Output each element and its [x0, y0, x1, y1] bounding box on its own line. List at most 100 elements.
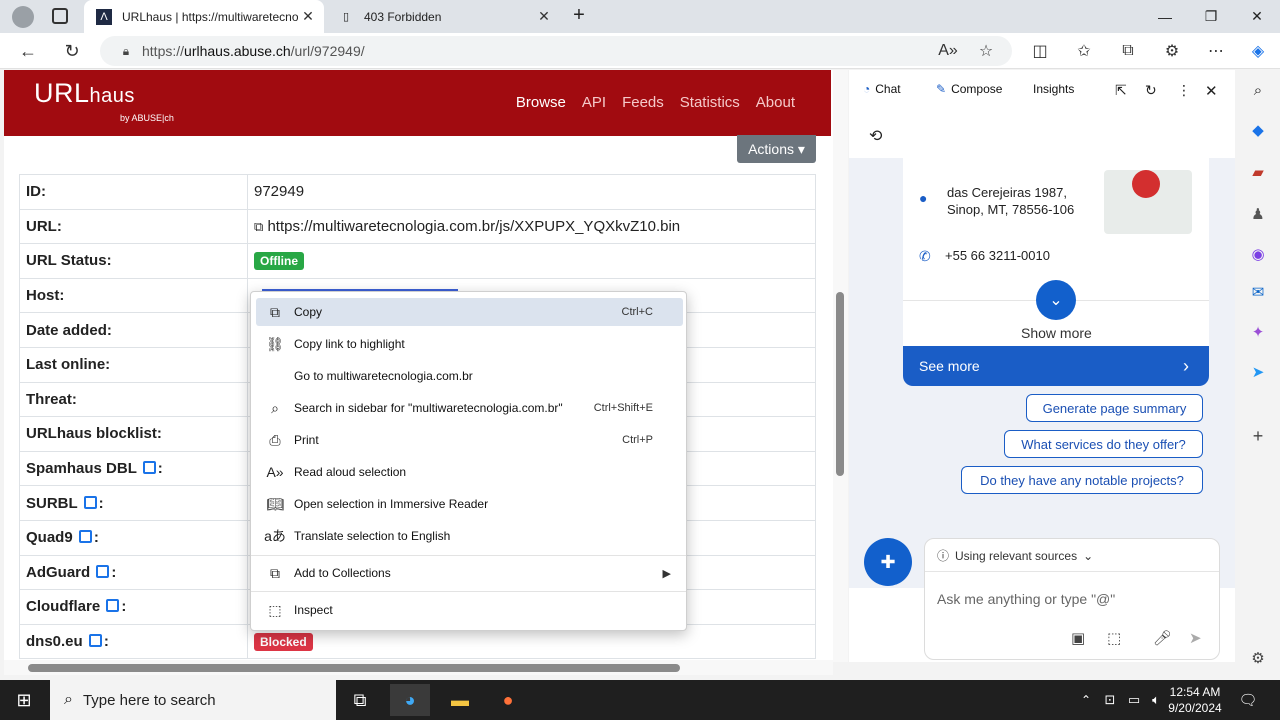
- menu-item-immersive-reader[interactable]: 📖︎ Open selection in Immersive Reader: [256, 490, 683, 518]
- new-tab-icon[interactable]: +: [566, 4, 592, 30]
- scrollbar-thumb[interactable]: [836, 292, 844, 476]
- close-tab-icon[interactable]: ✕: [298, 8, 318, 25]
- file-explorer-icon[interactable]: ▬: [440, 684, 480, 716]
- new-chat-button[interactable]: ✚: [864, 538, 912, 586]
- collections-icon[interactable]: ⧉: [1110, 33, 1146, 69]
- suggestion-summary[interactable]: Generate page summary: [1026, 394, 1203, 422]
- favorites-icon[interactable]: ✩: [1066, 33, 1102, 69]
- menu-item-add-collections[interactable]: ⧉ Add to Collections ▶: [256, 559, 683, 587]
- external-link-icon[interactable]: [83, 495, 97, 509]
- suggestion-projects[interactable]: Do they have any notable projects?: [961, 466, 1203, 494]
- windows-start-icon[interactable]: ⊞: [4, 684, 44, 716]
- tab-forbidden[interactable]: ▯ 403 Forbidden ✕: [326, 0, 560, 33]
- chat-icon: ◔: [863, 82, 871, 96]
- menu-item-copy-link[interactable]: ⛓ Copy link to highlight: [256, 330, 683, 358]
- page-vertical-scrollbar[interactable]: [833, 70, 848, 662]
- business-phone[interactable]: +55 66 3211-0010: [945, 248, 1050, 263]
- search-icon[interactable]: ⌕: [1246, 78, 1270, 102]
- tab-chat[interactable]: ◔ Chat: [863, 82, 901, 96]
- page-horizontal-scrollbar[interactable]: [4, 660, 833, 675]
- notifications-icon[interactable]: 🗨︎: [1228, 684, 1268, 716]
- nav-about[interactable]: About: [756, 94, 795, 111]
- map-thumbnail[interactable]: [1104, 170, 1192, 234]
- menu-item-translate[interactable]: aあ Translate selection to English: [256, 522, 683, 550]
- copy-url-icon[interactable]: ⧉: [254, 219, 263, 234]
- extensions-icon[interactable]: ⚙: [1154, 33, 1190, 69]
- chat-input-placeholder[interactable]: Ask me anything or type "@": [937, 591, 1115, 607]
- back-icon[interactable]: ←: [10, 33, 46, 69]
- external-link-icon[interactable]: [96, 564, 110, 578]
- close-sidebar-icon[interactable]: ✕: [1205, 82, 1218, 100]
- menu-item-print[interactable]: ⎙ Print Ctrl+P: [256, 426, 683, 454]
- settings-gear-icon[interactable]: ⚙: [1246, 646, 1270, 670]
- url-field[interactable]: 🔒︎ https://urlhaus.abuse.ch/url/972949/: [100, 36, 1012, 66]
- split-screen-icon[interactable]: ◫: [1022, 33, 1058, 69]
- menu-item-inspect[interactable]: ⬚ Inspect: [256, 596, 683, 624]
- see-more-button[interactable]: See more ›: [903, 346, 1209, 386]
- edge-app-icon[interactable]: ◕: [390, 684, 430, 716]
- nav-statistics[interactable]: Statistics: [680, 94, 740, 111]
- read-aloud-icon[interactable]: A»: [930, 33, 966, 69]
- chat-input-box[interactable]: ⓘ Using relevant sources ⌄ Ask me anything…: [924, 538, 1220, 660]
- system-clock[interactable]: 12:54 AM 9/20/2024: [1164, 684, 1226, 716]
- task-view-icon[interactable]: ⧉: [340, 684, 380, 716]
- tab-compose[interactable]: ✎ Compose: [936, 82, 1002, 96]
- games-icon[interactable]: ♟: [1246, 202, 1270, 226]
- screenshot-icon[interactable]: ⬚: [1107, 629, 1121, 647]
- external-link-icon[interactable]: [78, 530, 92, 544]
- phone-icon: ✆: [919, 248, 931, 264]
- logo-by: by ABUSE|ch: [120, 113, 174, 123]
- profile-avatar[interactable]: [12, 6, 34, 28]
- external-link-icon[interactable]: [88, 634, 102, 648]
- suggestion-services[interactable]: What services do they offer?: [1004, 430, 1203, 458]
- menu-item-search-sidebar[interactable]: ⌕ Search in sidebar for "multiwaretecnolo…: [256, 394, 683, 422]
- compose-icon: ✎: [936, 82, 947, 96]
- copilot-icon[interactable]: ◈: [1240, 33, 1276, 69]
- send-icon[interactable]: ➤: [1189, 629, 1202, 647]
- history-icon[interactable]: ⟲: [869, 126, 882, 146]
- row-value: 972949: [247, 174, 816, 210]
- favorite-star-icon[interactable]: ☆: [968, 33, 1004, 69]
- refresh-icon[interactable]: ↻: [54, 33, 90, 69]
- external-link-icon[interactable]: [106, 599, 120, 613]
- more-menu-icon[interactable]: ⋯: [1198, 33, 1234, 69]
- minimize-icon[interactable]: —: [1142, 0, 1188, 33]
- menu-item-read-aloud[interactable]: A» Read aloud selection: [256, 458, 683, 486]
- tab-actions-icon[interactable]: [52, 8, 68, 24]
- menu-item-goto[interactable]: Go to multiwaretecnologia.com.br: [256, 362, 683, 390]
- send-tab-icon[interactable]: ➤: [1246, 360, 1270, 384]
- scrollbar-thumb[interactable]: [28, 664, 680, 672]
- sources-dropdown[interactable]: ⓘ Using relevant sources ⌄: [937, 547, 1093, 564]
- add-app-icon[interactable]: +: [1246, 424, 1270, 448]
- menu-item-shortcut: Ctrl+C: [621, 306, 653, 318]
- restore-icon[interactable]: ❐: [1188, 0, 1234, 33]
- row-key: Host:: [19, 277, 248, 314]
- close-window-icon[interactable]: ✕: [1234, 0, 1280, 33]
- firefox-icon[interactable]: ●: [488, 684, 528, 716]
- designer-icon[interactable]: ✦: [1246, 320, 1270, 344]
- urlhaus-logo[interactable]: URLhaus by ABUSE|ch: [34, 78, 174, 123]
- nav-browse[interactable]: Browse: [516, 94, 566, 111]
- more-options-icon[interactable]: ⋮: [1177, 82, 1191, 99]
- open-external-icon[interactable]: ⇱: [1115, 82, 1127, 99]
- microphone-icon[interactable]: 🎤︎: [1153, 629, 1172, 647]
- shopping-icon[interactable]: ◆: [1246, 118, 1270, 142]
- nav-api[interactable]: API: [582, 94, 606, 111]
- chat-area: ● das Cerejeiras 1987, Sinop, MT, 78556-…: [849, 158, 1235, 588]
- close-tab-icon[interactable]: ✕: [534, 8, 554, 25]
- office-icon[interactable]: ◉: [1246, 242, 1270, 266]
- blocked-badge: Blocked: [254, 632, 313, 651]
- tab-urlhaus[interactable]: Λ URLhaus | https://multiwaretecnologia …: [84, 0, 324, 33]
- image-input-icon[interactable]: ▣: [1071, 629, 1085, 647]
- tools-icon[interactable]: ▰: [1246, 160, 1270, 184]
- tab-insights[interactable]: Insights: [1033, 82, 1074, 96]
- divider: [925, 571, 1219, 572]
- taskbar-search-box[interactable]: ⌕ Type here to search: [50, 680, 336, 720]
- actions-button[interactable]: Actions ▾: [737, 135, 816, 163]
- show-more-button[interactable]: ⌄: [1036, 280, 1076, 320]
- nav-feeds[interactable]: Feeds: [622, 94, 664, 111]
- menu-item-copy[interactable]: ⧉ Copy Ctrl+C: [256, 298, 683, 326]
- refresh-icon[interactable]: ↻: [1145, 82, 1157, 99]
- external-link-icon[interactable]: [142, 461, 156, 475]
- outlook-icon[interactable]: ✉: [1246, 280, 1270, 304]
